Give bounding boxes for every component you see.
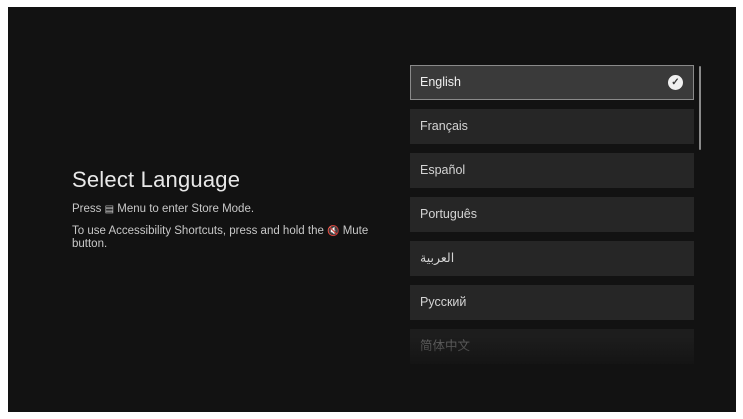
page-title: Select Language xyxy=(72,167,241,192)
language-label: 简体中文 xyxy=(420,339,471,353)
language-label: English xyxy=(420,75,461,89)
language-list[interactable]: English ✓ Français Español Português الع… xyxy=(410,65,694,365)
language-option-portugues[interactable]: Português xyxy=(410,197,694,232)
language-label: Español xyxy=(420,163,466,177)
language-label: Русский xyxy=(420,295,467,309)
language-option-francais[interactable]: Français xyxy=(410,109,694,144)
list-scrollbar[interactable] xyxy=(699,66,701,150)
store-hint-text-end: Menu to enter Store Mode. xyxy=(114,203,255,215)
accessibility-hint: To use Accessibility Shortcuts, press an… xyxy=(72,225,372,251)
tv-screen: Select Language Press ▤ Menu to enter St… xyxy=(8,7,736,412)
mute-icon: 🔇 xyxy=(327,226,340,237)
checkmark-circle-icon: ✓ xyxy=(668,75,683,90)
access-hint-text-start: To use Accessibility Shortcuts, press an… xyxy=(72,225,328,237)
language-option-espanol[interactable]: Español xyxy=(410,153,694,188)
store-hint-text-start: Press xyxy=(72,203,105,215)
menu-icon: ▤ xyxy=(104,204,115,215)
language-option-arabic[interactable]: العربية xyxy=(410,241,694,276)
language-label: Português xyxy=(420,207,477,221)
language-option-russian[interactable]: Русский xyxy=(410,285,694,320)
language-option-chinese-simplified[interactable]: 简体中文 xyxy=(410,329,694,364)
language-label: العربية xyxy=(420,251,455,265)
store-mode-hint: Press ▤ Menu to enter Store Mode. xyxy=(72,203,372,216)
language-label: Français xyxy=(420,119,468,133)
language-option-english[interactable]: English ✓ xyxy=(410,65,694,100)
info-panel: Select Language Press ▤ Menu to enter St… xyxy=(72,167,372,260)
